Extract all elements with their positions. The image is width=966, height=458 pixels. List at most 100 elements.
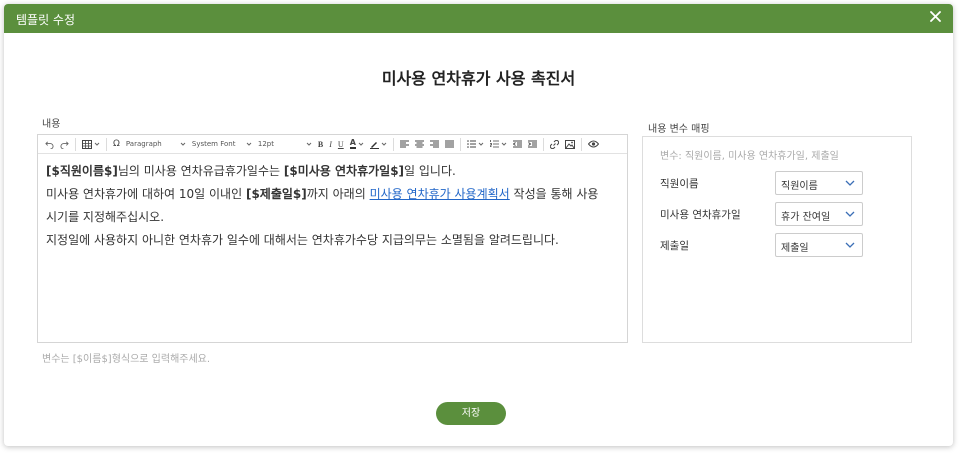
mapping-row: 직원이름 직원이름	[660, 171, 905, 195]
variable-token: [$미사용 연차휴가일$]	[283, 164, 405, 178]
modal-title: 템플릿 수정	[16, 13, 76, 27]
insert-link-button[interactable]	[547, 137, 562, 152]
mapping-label: 내용 변수 매핑	[648, 124, 710, 135]
toolbar-divider	[459, 137, 461, 151]
variable-token: [$제출일$]	[245, 187, 307, 201]
chevron-down-icon	[180, 142, 186, 146]
special-char-button[interactable]: Ω	[110, 137, 123, 152]
mapping-variable-name: 직원이름	[660, 178, 699, 190]
align-justify-button[interactable]	[442, 137, 457, 152]
mapping-variable-name: 미사용 연차휴가일	[660, 209, 741, 221]
mapping-select-value: 직원이름	[781, 181, 818, 192]
toolbar-divider	[75, 137, 76, 151]
mapping-row: 제출일 제출일	[660, 233, 905, 257]
eye-icon	[587, 140, 599, 148]
usage-plan-link[interactable]: 미사용 연차휴가 사용계획서	[370, 187, 510, 201]
link-icon	[549, 139, 559, 149]
align-right-button[interactable]	[427, 137, 442, 152]
align-justify-icon	[444, 140, 454, 148]
content-line: 시기를 지정해주십시오.	[46, 210, 165, 224]
template-edit-modal: 템플릿 수정 미사용 연차휴가 사용 촉진서 내용 내용 변수 매핑 Ω Par…	[4, 4, 953, 446]
content-line: 지정일에 사용하지 아니한 연차휴가 일수에 대해서는 연차휴가수당 지급의무는…	[46, 233, 559, 247]
table-icon	[82, 139, 92, 149]
mapping-row: 미사용 연차휴가일 휴가 잔여일	[660, 202, 905, 226]
outdent-button[interactable]	[510, 137, 525, 152]
font-color-icon: A	[349, 138, 356, 149]
font-family-value: System Font	[191, 140, 236, 148]
highlight-button[interactable]	[367, 137, 390, 152]
mapping-variable-name: 제출일	[660, 240, 689, 252]
mapping-select-value: 휴가 잔여일	[781, 212, 831, 223]
image-icon	[564, 139, 575, 149]
outdent-icon	[512, 140, 522, 148]
redo-button[interactable]	[57, 137, 72, 152]
font-size-value: 12pt	[257, 140, 274, 148]
close-button[interactable]	[925, 7, 945, 29]
rich-text-editor[interactable]: Ω Paragraph System Font 12pt B I U A [$직…	[37, 134, 628, 343]
document-title: 미사용 연차휴가 사용 촉진서	[381, 69, 576, 88]
content-line: 미사용 연차휴가에 대하여 10일 이내인 [$제출일$]까지 아래의 미사용 …	[46, 183, 619, 206]
align-left-button[interactable]	[397, 137, 412, 152]
preview-button[interactable]	[585, 137, 602, 152]
toolbar-divider	[106, 137, 107, 151]
editor-toolbar: Ω Paragraph System Font 12pt B I U A	[38, 135, 627, 154]
bold-button[interactable]: B	[315, 137, 326, 152]
font-size-select[interactable]: 12pt	[255, 137, 315, 152]
block-format-select[interactable]: Paragraph	[123, 137, 189, 152]
content-text: 까지 아래의	[306, 187, 370, 201]
block-format-value: Paragraph	[125, 140, 162, 148]
chevron-down-icon	[246, 142, 252, 146]
indent-icon	[527, 140, 537, 148]
align-center-icon	[414, 140, 424, 148]
indent-button[interactable]	[525, 137, 540, 152]
save-button[interactable]: 저장	[436, 402, 506, 425]
insert-image-button[interactable]	[562, 137, 578, 152]
omega-icon: Ω	[113, 139, 120, 149]
content-text: 작성을 통해 사용	[509, 187, 599, 201]
numbered-list-button[interactable]	[487, 137, 510, 152]
align-center-button[interactable]	[412, 137, 427, 152]
font-family-select[interactable]: System Font	[189, 137, 255, 152]
bullet-list-button[interactable]	[464, 137, 487, 152]
content-text: 일 입니다.	[404, 164, 456, 178]
chevron-down-icon	[478, 142, 484, 146]
content-line: [$직원이름$]님의 미사용 연차유급휴가일수는 [$미사용 연차휴가일$]일 …	[46, 160, 619, 183]
editor-content[interactable]: [$직원이름$]님의 미사용 연차유급휴가일수는 [$미사용 연차휴가일$]일 …	[38, 154, 627, 258]
variables-list-placeholder: 변수: 직원이름, 미사용 연차휴가일, 제출일	[660, 151, 839, 162]
mapping-select-value: 제출일	[781, 243, 809, 254]
italic-button[interactable]: I	[326, 137, 335, 152]
modal-header: 템플릿 수정	[4, 4, 953, 33]
content-label: 내용	[42, 119, 61, 130]
numbered-list-icon	[489, 140, 499, 148]
chevron-down-icon	[845, 211, 855, 217]
font-color-button[interactable]: A	[347, 137, 367, 152]
content-text: 님의 미사용 연차유급휴가일수는	[117, 164, 284, 178]
variable-mapping-panel: 변수: 직원이름, 미사용 연차휴가일, 제출일 직원이름 직원이름 미사용 연…	[642, 136, 912, 343]
highlighter-icon	[369, 141, 379, 149]
undo-button[interactable]	[42, 137, 57, 152]
redo-icon	[60, 140, 69, 149]
variable-format-hint: 변수는 [$이름$]형식으로 입력해주세요.	[42, 354, 211, 365]
variable-token: [$직원이름$]	[46, 164, 118, 178]
toolbar-divider	[542, 137, 544, 151]
chevron-down-icon	[501, 142, 507, 146]
mapping-select[interactable]: 휴가 잔여일	[775, 202, 863, 226]
underline-button[interactable]: U	[335, 137, 347, 152]
close-icon	[929, 11, 941, 22]
chevron-down-icon	[845, 242, 855, 248]
align-right-icon	[429, 140, 439, 148]
bullet-list-icon	[467, 140, 476, 148]
chevron-down-icon	[845, 180, 855, 186]
mapping-select[interactable]: 제출일	[775, 233, 863, 257]
mapping-select[interactable]: 직원이름	[775, 171, 863, 195]
table-button[interactable]	[79, 137, 103, 152]
chevron-down-icon	[306, 142, 312, 146]
chevron-down-icon	[358, 142, 364, 146]
undo-icon	[45, 140, 54, 149]
align-left-icon	[399, 140, 409, 148]
content-text: 미사용 연차휴가에 대하여 10일 이내인	[46, 187, 246, 201]
toolbar-divider	[392, 137, 394, 151]
chevron-down-icon	[381, 142, 387, 146]
toolbar-divider	[580, 137, 582, 151]
chevron-down-icon	[94, 142, 100, 146]
